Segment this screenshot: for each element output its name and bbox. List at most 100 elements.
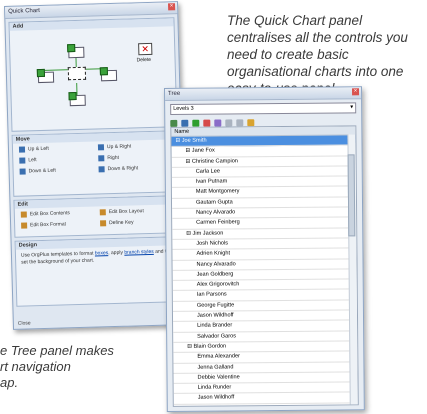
arrow-down-left-icon (19, 168, 26, 175)
tree-title: Tree (168, 90, 181, 97)
quick-chart-caption: The Quick Chart panel centralises all th… (227, 13, 408, 96)
add-icon (68, 92, 77, 101)
scrollbar[interactable] (347, 134, 358, 405)
edit-box-layout-button[interactable]: Edit Box Layout (99, 207, 173, 216)
tree-titlebar: Tree × (165, 87, 362, 101)
close-button[interactable]: Close (18, 320, 31, 326)
scrollbar-thumb[interactable] (347, 154, 356, 237)
tree-row-label: Christine Campion (191, 157, 238, 165)
command-label: Edit Box Contents (29, 210, 70, 218)
down-icon[interactable] (236, 118, 244, 126)
add-superior-button[interactable] (67, 44, 85, 59)
delete-icon[interactable]: ✕ (138, 42, 153, 56)
tree-row-label: Jenna Galland (197, 363, 234, 371)
tree-row-label: Jane Fox (191, 147, 215, 155)
move-up-left-button[interactable]: Up & Left (18, 145, 92, 153)
tree-row-label: Jean Goldberg (196, 271, 234, 278)
tree-row-label: Matt Montgomery (195, 188, 240, 196)
tree-row-label: Nancy Alvarado (196, 209, 236, 216)
edit-box-contents-button[interactable]: Edit Box Contents (20, 210, 94, 218)
command-label: Up & Right (106, 143, 132, 151)
tree-row-label: Ivan Putnam (195, 178, 228, 185)
add-coworker-right-button[interactable] (99, 67, 118, 82)
command-label: Edit Box Layout (108, 208, 144, 216)
arrow-right-icon (98, 155, 105, 162)
add-coworker-left-button[interactable] (36, 68, 55, 84)
tree-row-label: Jason Wildhoff (196, 312, 234, 319)
tree-row[interactable]: Jason Wildhoff (173, 392, 358, 405)
arrow-down-right-icon (98, 166, 105, 173)
tree-row-label: Blain Gordon (193, 343, 227, 350)
tree-row-label: Carmen Feinberg (196, 219, 240, 227)
edit-format-icon (21, 222, 28, 229)
tree-row-label: Emma Alexander (197, 353, 240, 360)
close-icon[interactable]: × (167, 3, 176, 11)
levels-select[interactable]: Levels 3 ▼ (170, 102, 357, 115)
arrow-left-icon (19, 157, 26, 164)
move-down-left-button[interactable]: Down & Left (19, 167, 93, 175)
tree-row-label: Salvador Garos (197, 333, 237, 340)
add-icon (36, 68, 45, 78)
tree-panel: Tree × Levels 3 ▼ Name ⊟ Joe Smith ⊟ Jane… (164, 86, 365, 412)
move-down-right-button[interactable]: Down & Right (98, 164, 172, 173)
add-section-header: Add (9, 18, 174, 31)
command-label: Left (28, 157, 37, 164)
arrow-up-left-icon (18, 146, 26, 153)
find-icon[interactable] (214, 119, 222, 127)
tree-rows: ⊟ Joe Smith ⊟ Jane Fox ⊟ Christine Campion… (171, 135, 358, 405)
selected-box-preview (67, 66, 87, 81)
tree-row-label: Gautam Gupta (195, 199, 233, 206)
key-icon (100, 220, 107, 227)
tree-row-label: Adrien Knight (196, 250, 231, 257)
tree-row-label: Jason Wildhoff (197, 394, 235, 402)
add-icon (99, 67, 108, 76)
tree-list: Name ⊟ Joe Smith ⊟ Jane Fox ⊟ Christine Ca… (170, 125, 359, 407)
filter-icon[interactable] (247, 118, 255, 126)
up-icon[interactable] (225, 118, 233, 126)
tree-row-label: Josh Nichols (196, 240, 229, 247)
tree-row-label: Linda Brander (197, 322, 233, 330)
tree-row-label: Joe Smith (181, 137, 207, 144)
command-label: Down & Left (28, 167, 56, 175)
quick-chart-title: Quick Chart (8, 8, 40, 15)
move-left-button[interactable]: Left (19, 156, 92, 164)
edit-section: Edit Edit Box Contents Edit Box Layout E… (13, 195, 181, 238)
tree-row-label: Ian Parsons (196, 291, 227, 299)
add-icon (67, 44, 76, 53)
close-icon[interactable]: × (352, 88, 360, 96)
quick-chart-titlebar: Quick Chart × (5, 2, 178, 19)
define-key-button[interactable]: Define Key (100, 218, 173, 227)
tree-row-label: Debbie Valentine (197, 374, 240, 381)
delete-label: Delete (136, 56, 152, 64)
design-text: , apply (108, 249, 125, 257)
command-label: Up & Left (27, 145, 49, 153)
command-label: Edit Box Format (30, 221, 67, 229)
command-label: Define Key (109, 219, 134, 227)
tree-row-label: Nancy Alvarado (196, 260, 236, 268)
tree-caption: e Tree panel makes rt navigation ap. (0, 343, 114, 390)
move-section: Move Up & Left Up & Right Left Right Dow… (11, 130, 180, 197)
design-description: Use OrgPlus templates to format boxes, a… (16, 245, 180, 270)
edit-layout-icon (99, 209, 106, 216)
boxes-link[interactable]: boxes (95, 250, 109, 256)
tree-row-label: Alex Grigorovitch (196, 281, 240, 288)
levels-select-value: Levels 3 (173, 105, 194, 112)
edit-box-format-button[interactable]: Edit Box Format (21, 221, 94, 229)
move-right-button[interactable]: Right (98, 153, 171, 162)
add-icon[interactable] (192, 119, 200, 127)
expand-icon[interactable] (170, 119, 178, 127)
tree-row-label: Jim Jackson (192, 230, 224, 237)
branch-styles-link[interactable]: branch styles (124, 249, 154, 256)
collapse-icon[interactable] (181, 119, 189, 127)
tree-row-label: Linda Runder (197, 384, 232, 391)
command-label: Right (107, 154, 120, 162)
chevron-down-icon: ▼ (349, 104, 355, 111)
edit-contents-icon (20, 211, 27, 218)
move-up-right-button[interactable]: Up & Right (97, 142, 171, 151)
arrow-up-right-icon (97, 144, 105, 151)
tree-row-label: George Fugitte (196, 302, 235, 309)
add-subordinate-button[interactable] (68, 92, 86, 107)
quick-chart-panel: Quick Chart × Add ✕ Delete Move Up & Lef… (4, 1, 187, 330)
delete-icon[interactable] (203, 119, 211, 127)
design-section: Design Use OrgPlus templates to format b… (14, 236, 183, 307)
